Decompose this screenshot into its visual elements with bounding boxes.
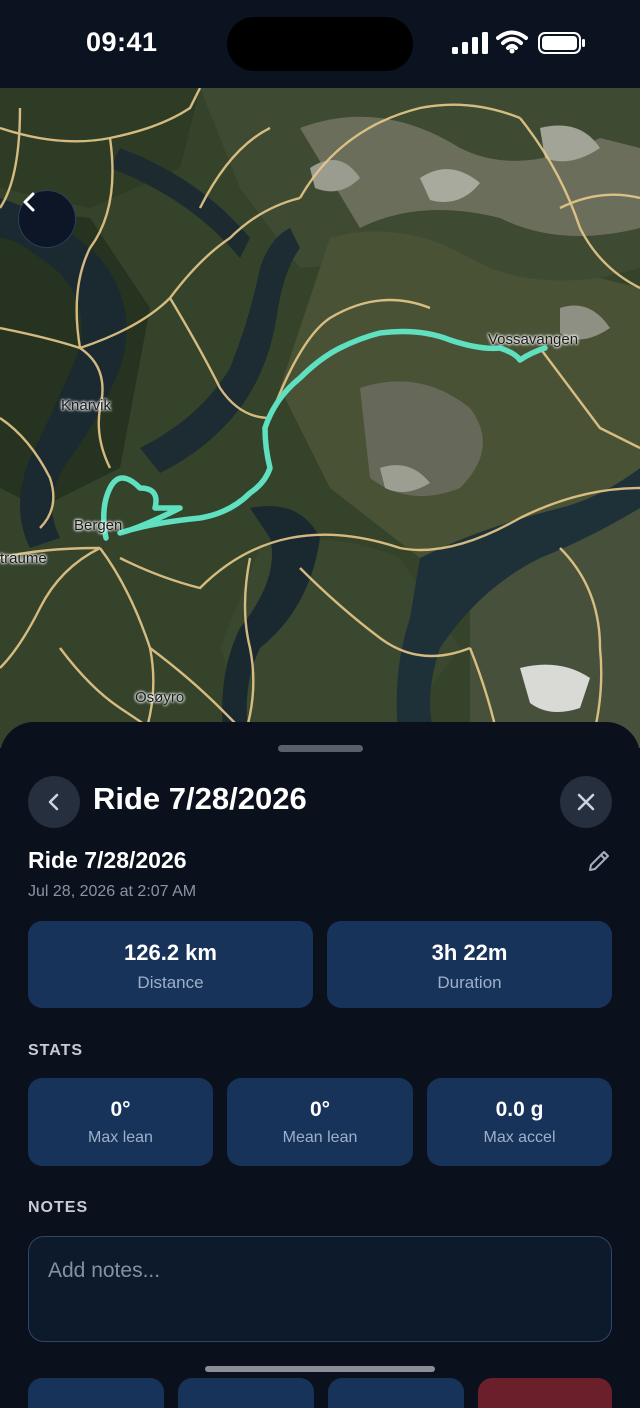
distance-value: 126.2 km [124, 940, 217, 965]
ride-name: Ride 7/28/2026 [28, 847, 187, 873]
distance-label: Distance [137, 973, 204, 992]
action-button-3[interactable] [328, 1378, 464, 1408]
battery-icon [538, 32, 585, 54]
status-bar: 09:41 [0, 0, 640, 88]
delete-button[interactable] [478, 1378, 612, 1408]
cellular-signal-icon [452, 32, 488, 54]
chevron-left-icon [48, 793, 59, 811]
map-label-bergen: Bergen [74, 517, 123, 534]
dynamic-island [227, 17, 413, 71]
sheet-grabber[interactable] [278, 745, 363, 752]
max-accel-label: Max accel [483, 1129, 556, 1146]
map-label-straume: traume [0, 550, 47, 567]
chevron-left-icon [23, 192, 35, 212]
distance-card: 126.2 km Distance [28, 921, 313, 1008]
map-label-osoyro: Osøyro [135, 689, 185, 706]
map-label-vossavangen: Vossavangen [488, 331, 579, 348]
mean-lean-label: Mean lean [282, 1129, 358, 1146]
mean-lean-card: 0° Mean lean [227, 1078, 413, 1166]
ride-map[interactable]: Knarvik Vossavangen Bergen traume Osøyro [0, 88, 640, 748]
stats-heading: STATS [28, 1042, 84, 1059]
sheet-back-button[interactable] [28, 776, 80, 828]
notes-heading: NOTES [28, 1199, 89, 1216]
close-button[interactable] [560, 776, 612, 828]
ride-date: Jul 28, 2026 at 2:07 AM [28, 883, 197, 900]
notes-input[interactable]: Add notes... [28, 1236, 612, 1342]
max-lean-label: Max lean [88, 1129, 153, 1146]
ride-detail-sheet: Ride 7/28/2026 Ride 7/28/2026 Jul 28, 20… [0, 722, 640, 1408]
max-lean-value: 0° [110, 1098, 131, 1121]
home-indicator[interactable] [205, 1366, 435, 1372]
mean-lean-value: 0° [309, 1098, 331, 1121]
duration-card: 3h 22m Duration [327, 921, 612, 1008]
duration-label: Duration [437, 973, 502, 992]
close-icon [577, 793, 595, 811]
action-button-1[interactable] [28, 1378, 164, 1408]
max-accel-value: 0.0 g [495, 1098, 544, 1121]
map-label-knarvik: Knarvik [61, 397, 112, 414]
wifi-icon [496, 30, 528, 54]
duration-value: 3h 22m [431, 940, 508, 965]
status-time: 09:41 [86, 27, 158, 57]
satellite-map [0, 88, 640, 748]
edit-pencil-icon[interactable] [586, 848, 612, 874]
max-lean-card: 0° Max lean [28, 1078, 213, 1166]
sheet-title: Ride 7/28/2026 [93, 781, 307, 816]
map-back-button[interactable] [18, 190, 76, 248]
max-accel-card: 0.0 g Max accel [427, 1078, 612, 1166]
action-button-2[interactable] [178, 1378, 314, 1408]
